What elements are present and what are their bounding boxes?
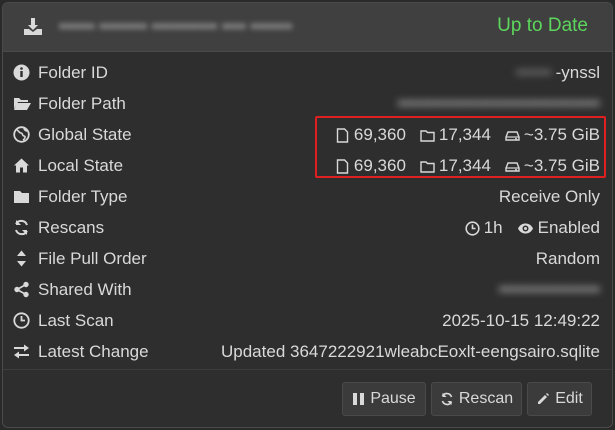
file-pull-order-value: Random [535,249,600,268]
local-state-label: Local State [38,156,124,175]
pencil-icon [538,393,550,404]
rescans-label: Rescans [38,218,105,237]
pause-icon [353,393,365,405]
watcher-status: Enabled [517,218,600,238]
clock-icon [13,312,30,329]
share-icon [13,281,30,298]
folder-id-redacted: •••••• [515,63,552,82]
folder-actions: Pause Rescan Edit [3,369,612,427]
folder-header[interactable]: •••••• •••••••• ••••••••••• •••• •••••••… [3,3,612,52]
folder-id-suffix: -ynssl [555,63,600,82]
folder-icon [13,188,30,205]
rescan-button-label: Rescan [458,390,514,407]
global-state-label: Global State [38,125,132,144]
edit-button-label: Edit [555,390,583,407]
folder-type-value: Receive Only [498,187,600,206]
rescan-interval: 1h [465,218,503,238]
latest-change-value: Updated 3647222921wleabcEoxlt-eengsairo.… [221,342,600,361]
folder-status: Up to Date [497,15,588,36]
pause-button-label: Pause [370,390,416,407]
row-latest-change: Latest Change Updated 3647222921wleabcEo… [3,336,612,367]
eye-icon [517,223,533,233]
folder-path-value: •••••••••••••••••••••••••••••••••• [397,94,600,113]
globe-icon [13,126,30,143]
folder-path-label: Folder Path [38,94,126,113]
sort-icon [13,250,30,267]
file-pull-order-label: File Pull Order [38,249,147,268]
edit-button[interactable]: Edit [527,382,592,416]
pause-button[interactable]: Pause [342,382,426,416]
shared-with-device-link[interactable]: ••••••••••••••••• [499,280,600,300]
last-scan-value: 2025-10-15 12:49:22 [442,311,600,330]
folder-id-value: •••••• -ynssl [516,63,600,83]
refresh-icon [13,219,30,236]
row-file-pull-order: File Pull Order Random [3,243,612,274]
row-folder-id: Folder ID •••••• -ynssl [3,57,612,88]
info-icon [13,64,30,81]
rescan-interval-value: 1h [483,218,503,237]
latest-change-label: Latest Change [38,342,149,361]
folder-label: •••••• •••••••• ••••••••••• •••• ••••••• [59,17,293,36]
folder-open-icon [13,95,31,112]
refresh-icon [441,392,453,406]
row-shared-with: Shared With ••••••••••••••••• [3,274,612,305]
state-highlight-box [315,116,606,178]
exchange-icon [13,343,30,360]
home-icon [13,157,30,174]
folder-id-label: Folder ID [38,63,108,82]
rescans-value: 1h Enabled [465,218,600,238]
shared-with-label: Shared With [38,280,132,299]
row-rescans: Rescans 1h Enabled [3,212,612,243]
row-folder-type: Folder Type Receive Only [3,181,612,212]
last-scan-label: Last Scan [38,311,114,330]
rescan-button[interactable]: Rescan [431,382,522,416]
row-folder-path: Folder Path ••••••••••••••••••••••••••••… [3,88,612,119]
watcher-status-value: Enabled [537,218,600,237]
clock-icon [465,220,480,236]
row-last-scan: Last Scan 2025-10-15 12:49:22 [3,305,612,336]
folder-type-label: Folder Type [38,187,128,206]
download-icon [23,17,43,37]
folder-panel: •••••• •••••••• ••••••••••• •••• •••••••… [2,2,613,428]
